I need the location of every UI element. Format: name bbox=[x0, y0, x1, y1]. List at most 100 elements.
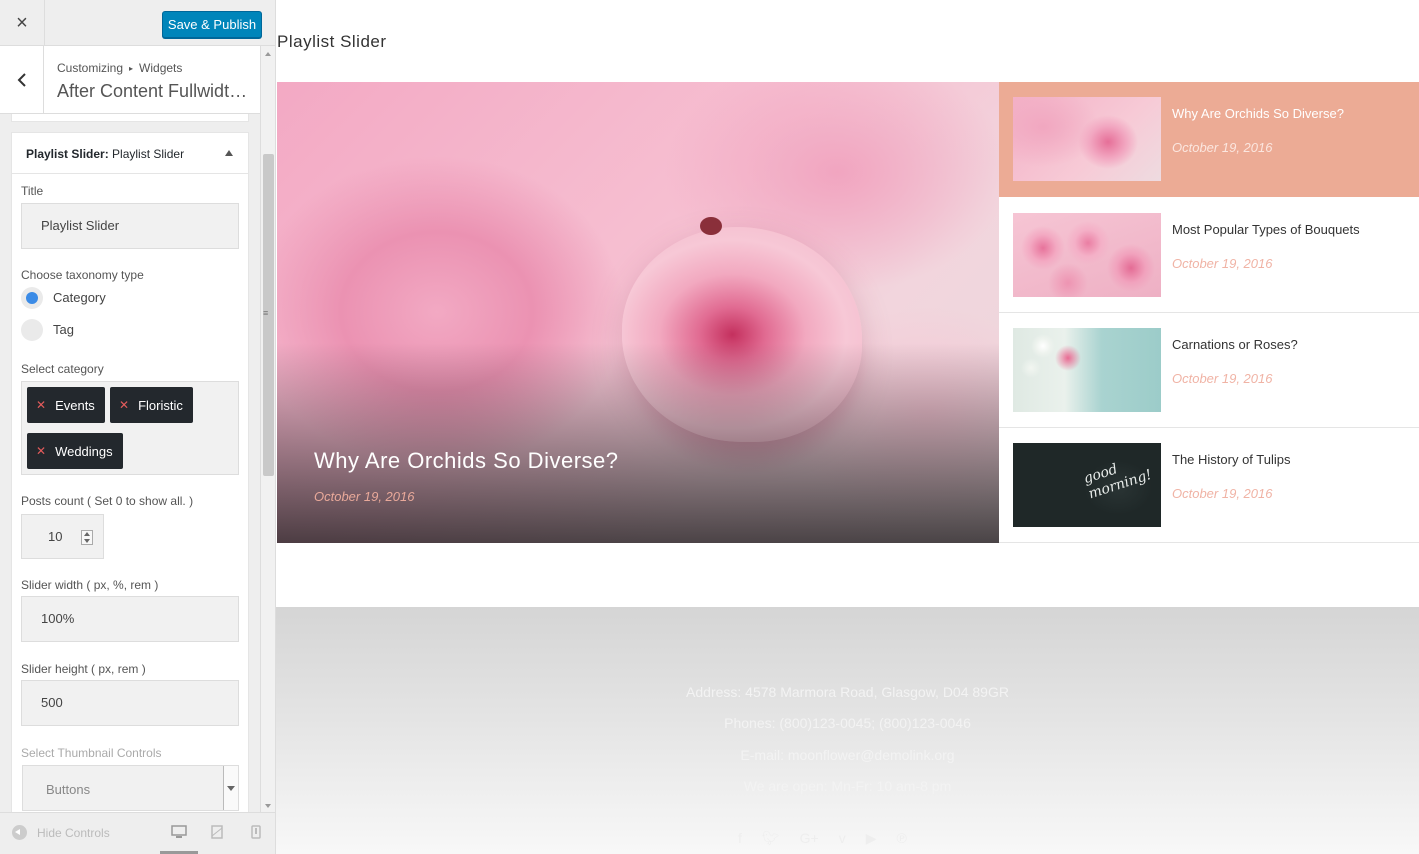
collapse-arrow-icon[interactable] bbox=[225, 150, 233, 156]
slider-width-label: Slider width ( px, %, rem ) bbox=[21, 578, 159, 592]
category-tag: ✕ Weddings bbox=[27, 433, 123, 469]
playlist-item-date: October 19, 2016 bbox=[1172, 486, 1273, 501]
thumb-controls-value: Buttons bbox=[46, 782, 91, 797]
caption-overlay bbox=[277, 343, 999, 543]
footer-email-prefix: E-mail: bbox=[740, 747, 784, 763]
peony-bud bbox=[700, 217, 722, 235]
spinner-arrows-icon[interactable] bbox=[81, 530, 93, 545]
playlist-slider-widget: Playlist Slider: Playlist Slider Title P… bbox=[11, 132, 249, 812]
slider-width-input[interactable]: 100% bbox=[21, 596, 239, 642]
widget-title-prefix: Playlist Slider: bbox=[26, 147, 109, 161]
playlist-thumbnails: Why Are Orchids So Diverse? October 19, … bbox=[999, 82, 1419, 543]
thumb-controls-label: Select Thumbnail Controls bbox=[21, 746, 162, 760]
customizer-header: × Save & Publish bbox=[0, 0, 275, 46]
widget-title-name: Playlist Slider bbox=[112, 147, 185, 161]
desktop-icon[interactable] bbox=[171, 825, 187, 839]
site-preview: Playlist Slider Why Are Orchids So Diver… bbox=[276, 0, 1419, 854]
category-label: Select category bbox=[21, 362, 104, 376]
playlist-item[interactable]: Most Popular Types of Bouquets October 1… bbox=[999, 198, 1419, 313]
facebook-icon[interactable]: f bbox=[738, 830, 742, 847]
customizer-footer: Hide Controls bbox=[0, 812, 275, 854]
collapse-circle-icon bbox=[12, 825, 27, 840]
footer-email: E-mail: moonflower@demolink.org bbox=[276, 747, 1419, 763]
playlist-item[interactable]: Carnations or Roses? October 19, 2016 bbox=[999, 313, 1419, 428]
playlist-item-title: Why Are Orchids So Diverse? bbox=[1172, 106, 1344, 121]
breadcrumb-child: Widgets bbox=[139, 61, 183, 75]
playlist-item-date: October 19, 2016 bbox=[1172, 256, 1273, 271]
category-tag: ✕ Floristic bbox=[110, 387, 193, 423]
title-input[interactable]: Playlist Slider bbox=[21, 203, 239, 249]
playlist-thumbnail bbox=[1013, 328, 1161, 412]
playlist-item-title: Carnations or Roses? bbox=[1172, 337, 1298, 352]
playlist-thumbnail bbox=[1013, 213, 1161, 297]
playlist-item-date: October 19, 2016 bbox=[1172, 371, 1273, 386]
remove-x-icon[interactable]: ✕ bbox=[36, 398, 46, 412]
slider-main-image[interactable]: Why Are Orchids So Diverse? October 19, … bbox=[277, 82, 999, 543]
category-tag-label: Weddings bbox=[55, 443, 113, 459]
posts-count-input[interactable]: 10 bbox=[21, 514, 104, 559]
playlist-item-title: The History of Tulips bbox=[1172, 452, 1291, 467]
playlist-item[interactable]: Why Are Orchids So Diverse? October 19, … bbox=[999, 82, 1419, 197]
playlist-item-date: October 19, 2016 bbox=[1172, 140, 1273, 155]
google-plus-icon[interactable]: G+ bbox=[800, 830, 819, 847]
customizer-sidebar: × Save & Publish Customizing ▸ Widgets Aft… bbox=[0, 0, 276, 854]
category-multiselect[interactable]: ✕ Events ✕ Floristic ✕ Weddings bbox=[21, 381, 239, 475]
good-morning-chalk-drawing: good morning! bbox=[1081, 461, 1154, 503]
youtube-icon[interactable]: ▶ bbox=[866, 830, 877, 847]
footer-phones: Phones: (800)123-0045; (800)123-0046 bbox=[724, 715, 971, 731]
widget-heading: Playlist Slider bbox=[277, 32, 387, 51]
save-publish-button[interactable]: Save & Publish bbox=[162, 11, 262, 38]
slider-height-label: Slider height ( px, rem ) bbox=[21, 662, 146, 676]
remove-x-icon[interactable]: ✕ bbox=[36, 444, 46, 458]
playlist-thumbnail bbox=[1013, 97, 1161, 181]
posts-count-label: Posts count ( Set 0 to show all. ) bbox=[21, 494, 194, 508]
mobile-icon[interactable] bbox=[251, 825, 261, 839]
chevron-down-icon bbox=[223, 766, 238, 810]
vimeo-icon[interactable]: v bbox=[839, 830, 846, 847]
slide-title[interactable]: Why Are Orchids So Diverse? bbox=[314, 448, 618, 474]
radio-category[interactable] bbox=[21, 287, 43, 309]
slide-date: October 19, 2016 bbox=[314, 489, 415, 504]
scroll-down-icon[interactable] bbox=[265, 804, 271, 808]
hide-controls-button[interactable]: Hide Controls bbox=[12, 825, 110, 840]
radio-category-label: Category bbox=[53, 290, 106, 305]
posts-count-value: 10 bbox=[48, 529, 63, 544]
social-links: f 🐦︎ G+ v ▶ ℗ bbox=[738, 830, 907, 847]
chevron-left-icon bbox=[17, 73, 26, 87]
thumb-controls-select[interactable]: Buttons bbox=[22, 765, 239, 811]
previous-widget-edge bbox=[11, 114, 249, 122]
section-title: After Content Fullwidth... bbox=[57, 81, 252, 101]
taxonomy-label: Choose taxonomy type bbox=[21, 268, 144, 282]
back-button[interactable] bbox=[0, 46, 44, 114]
hide-controls-label: Hide Controls bbox=[37, 825, 110, 840]
section-header: Customizing ▸ Widgets After Content Fullwi… bbox=[0, 46, 260, 114]
footer-address: Address: 4578 Marmora Road, Glasgow, D04… bbox=[686, 684, 1009, 700]
sidebar-scrollbar[interactable]: ≡ bbox=[260, 46, 275, 812]
category-tag-label: Floristic bbox=[138, 397, 183, 413]
radio-tag[interactable] bbox=[21, 319, 43, 341]
remove-x-icon[interactable]: ✕ bbox=[119, 398, 129, 412]
close-icon[interactable]: × bbox=[0, 0, 45, 46]
breadcrumb-separator-icon: ▸ bbox=[129, 64, 134, 73]
slider-height-input[interactable]: 500 bbox=[21, 680, 239, 726]
widget-header[interactable]: Playlist Slider: Playlist Slider bbox=[12, 133, 248, 174]
title-label: Title bbox=[21, 184, 44, 198]
category-tag-label: Events bbox=[55, 397, 95, 413]
footer-email-link[interactable]: moonflower@demolink.org bbox=[788, 747, 955, 763]
twitter-icon[interactable]: 🐦︎ bbox=[762, 830, 780, 847]
radio-tag-label: Tag bbox=[53, 322, 74, 337]
tablet-icon[interactable] bbox=[211, 825, 223, 839]
widget-scroll-area: Playlist Slider: Playlist Slider Title P… bbox=[0, 114, 260, 812]
scroll-up-icon[interactable] bbox=[265, 52, 271, 56]
category-tag: ✕ Events bbox=[27, 387, 105, 423]
grip-icon: ≡ bbox=[263, 308, 269, 318]
breadcrumb-root: Customizing bbox=[57, 61, 124, 75]
site-footer: Address: 4578 Marmora Road, Glasgow, D04… bbox=[276, 607, 1419, 854]
playlist-thumbnail: good morning! bbox=[1013, 443, 1161, 527]
widget-title: Playlist Slider: Playlist Slider bbox=[26, 147, 184, 161]
footer-hours: We are open: Mn-Fr: 10 am-8 pm bbox=[743, 778, 952, 794]
playlist-item-title: Most Popular Types of Bouquets bbox=[1172, 222, 1360, 237]
breadcrumb: Customizing ▸ Widgets bbox=[57, 61, 182, 75]
playlist-item[interactable]: good morning! The History of Tulips Octob… bbox=[999, 428, 1419, 543]
pinterest-icon[interactable]: ℗ bbox=[897, 830, 907, 847]
